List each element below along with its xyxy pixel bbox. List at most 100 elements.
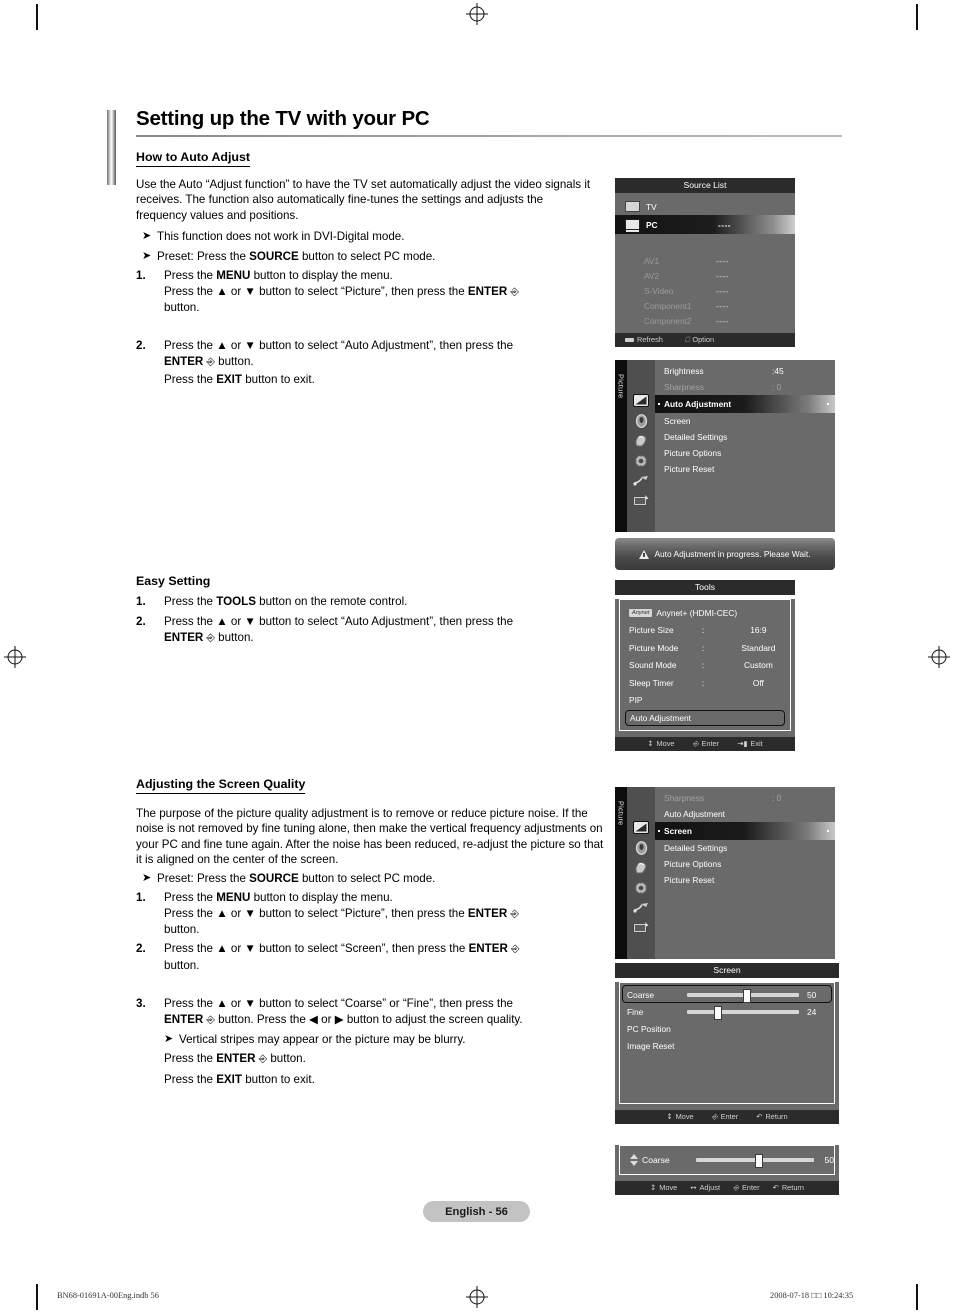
footer-option[interactable]: ⎕ Option xyxy=(685,333,714,347)
heading-easy-setting: Easy Setting xyxy=(136,574,211,588)
support-icon[interactable] xyxy=(633,494,649,507)
menu-row-detailed-settings[interactable]: Detailed Settings xyxy=(655,429,835,445)
menu-row-screen[interactable]: Screen xyxy=(655,413,835,429)
footer-return[interactable]: ↶ Return xyxy=(773,1181,804,1195)
source-row-pc[interactable]: PC ---- xyxy=(615,215,795,234)
tools-footer: ↕ Move ⎆ Enter ⇥▮ Exit xyxy=(615,737,795,751)
menu-row-picture-reset[interactable]: Picture Reset xyxy=(655,461,835,477)
picture-icon[interactable] xyxy=(633,394,649,407)
source-row-av2[interactable]: AV2 ---- xyxy=(615,268,795,283)
coarse-slider[interactable] xyxy=(687,988,799,1003)
sound-icon[interactable] xyxy=(633,840,649,855)
screen-row-image-reset[interactable]: Image Reset xyxy=(620,1037,834,1054)
menu-row-value: :45 xyxy=(772,366,784,376)
menu-row-auto-adjustment[interactable]: Auto Adjustment xyxy=(655,806,835,822)
source-row-s-video[interactable]: S-Video ---- xyxy=(615,283,795,298)
setup-icon[interactable] xyxy=(633,454,649,467)
network-icon[interactable] xyxy=(633,901,649,914)
footer-label: Return xyxy=(765,1112,788,1121)
tools-row-sound-mode[interactable]: Sound Mode : Custom xyxy=(620,657,790,675)
source-row-av1[interactable]: AV1 ---- xyxy=(615,253,795,268)
menu-row-auto-adjustment[interactable]: Auto Adjustment xyxy=(655,395,835,413)
source-list-title: Source List xyxy=(615,178,795,193)
red-button-icon xyxy=(625,338,634,342)
enter-icon: ⎆ xyxy=(733,1183,739,1192)
menu-row-picture-options[interactable]: Picture Options xyxy=(655,445,835,461)
enter-icon: ⎆ xyxy=(510,907,519,920)
screen-row-fine[interactable]: Fine 24 xyxy=(620,1003,834,1020)
bullet-text: This function does not work in DVI-Digit… xyxy=(157,230,405,243)
osd-source-list[interactable]: Source List TV PC ---- AV1 ---- AV2 ----… xyxy=(615,178,795,347)
setup-icon[interactable] xyxy=(633,881,649,894)
source-row-component1[interactable]: Component1 ---- xyxy=(615,298,795,313)
tools-row-picture-size[interactable]: Picture Size : 16:9 xyxy=(620,622,790,640)
menu-row-detailed-settings[interactable]: Detailed Settings xyxy=(655,840,835,856)
tools-row-auto-adjustment-selected[interactable]: Auto Adjustment xyxy=(625,710,785,726)
picture-icon[interactable] xyxy=(633,821,649,834)
osd-screen-panel[interactable]: Screen Coarse 50 Fine 24 PC Position Ima… xyxy=(615,963,839,1124)
coarse-bar-slider[interactable] xyxy=(695,1154,815,1168)
input-icon[interactable] xyxy=(633,861,649,874)
footer-enter[interactable]: ⎆ Enter xyxy=(712,1110,739,1124)
tools-row-sleep-timer[interactable]: Sleep Timer : Off xyxy=(620,674,790,692)
source-row-component2[interactable]: Component2 ---- xyxy=(615,313,795,328)
tools-row-picture-mode[interactable]: Picture Mode : Standard xyxy=(620,639,790,657)
fine-slider[interactable] xyxy=(687,1005,799,1020)
footer-return[interactable]: ↶ Return xyxy=(756,1110,787,1124)
osd-picture-menu-auto-adjustment[interactable]: Picture Brightness:45 Sharpness: 0 Aut… xyxy=(615,360,835,532)
coarse-slider-knob[interactable] xyxy=(743,988,751,1003)
menu-row-brightness[interactable]: Brightness :45 xyxy=(655,363,835,379)
menu-row-sharpness[interactable]: Sharpness : 0 xyxy=(655,790,835,806)
footer-adjust[interactable]: ↔ Adjust xyxy=(690,1181,720,1195)
sound-icon[interactable] xyxy=(633,413,649,428)
coarse-bar-knob[interactable] xyxy=(754,1154,763,1168)
screen-row-coarse[interactable]: Coarse 50 xyxy=(620,986,834,1003)
bullet-glyph: ➤ xyxy=(142,872,152,884)
step-text: Press the MENU button to display the men… xyxy=(164,269,519,315)
picture-menu-list: Brightness :45 Sharpness : 0 Auto Adjust… xyxy=(655,360,835,532)
support-icon[interactable] xyxy=(633,921,649,934)
source-value: ---- xyxy=(718,219,732,230)
network-icon[interactable] xyxy=(633,474,649,487)
footer-move[interactable]: ↕ Move xyxy=(650,1181,677,1195)
menu-row-label: Screen xyxy=(664,416,691,426)
picture-menu-list: Sharpness : 0 Auto Adjustment Screen Det… xyxy=(655,787,835,959)
osd-tools-panel[interactable]: Tools Anynet Anynet+ (HDMI-CEC) Picture … xyxy=(615,580,795,751)
tools-row-pip[interactable]: PIP xyxy=(620,692,790,710)
input-icon[interactable] xyxy=(633,434,649,447)
step-number: 3. xyxy=(136,997,146,1010)
blank-icon xyxy=(625,286,638,295)
tools-row-anynet[interactable]: Anynet Anynet+ (HDMI-CEC) xyxy=(620,604,790,622)
bullet-glyph: ➤ xyxy=(164,1033,174,1045)
footer-enter[interactable]: ⎆ Enter xyxy=(733,1181,760,1195)
tools-row-label: Auto Adjustment xyxy=(630,713,691,723)
fine-slider-knob[interactable] xyxy=(713,1005,722,1020)
warning-icon xyxy=(639,549,650,559)
coarse-value: 50 xyxy=(807,989,817,1000)
menu-row-picture-reset[interactable]: Picture Reset xyxy=(655,872,835,888)
footer-refresh[interactable]: Refresh xyxy=(625,333,663,347)
footer-move[interactable]: ↕ Move xyxy=(666,1110,693,1124)
registration-mark-top xyxy=(466,3,488,25)
tools-row-label: Picture Size xyxy=(629,625,674,636)
bullet-text: Preset: Press the SOURCE button to selec… xyxy=(157,250,436,263)
source-list-footer: Refresh ⎕ Option xyxy=(615,333,795,347)
source-row-tv[interactable]: TV xyxy=(615,199,795,214)
tv-icon xyxy=(625,201,640,212)
osd-coarse-adjust-bar[interactable]: Coarse 50 ↕ Move ↔ Adjust ⎆ Enter ↶ Retu… xyxy=(615,1141,839,1195)
screen-row-pc-position[interactable]: PC Position xyxy=(620,1020,834,1037)
osd-picture-menu-screen[interactable]: Picture Sharpness: 0 Auto Adjustment Sc… xyxy=(615,787,835,959)
auto-adjust-bullet-2: ➤ Preset: Press the SOURCE button to sel… xyxy=(142,249,582,264)
screen-quality-step-1: 1. Press the MENU button to display the … xyxy=(136,890,596,938)
source-list-body: TV PC ---- AV1 ---- AV2 ---- S-Video ---… xyxy=(615,193,795,333)
menu-row-screen[interactable]: Screen xyxy=(655,822,835,840)
menu-row-picture-options[interactable]: Picture Options xyxy=(655,856,835,872)
footer-move[interactable]: ↕ Move xyxy=(647,737,674,751)
step-number: 1. xyxy=(136,891,146,904)
tools-row-value: Custom xyxy=(743,660,773,671)
move-icon: ↕ xyxy=(666,1112,673,1121)
footer-exit[interactable]: ⇥▮ Exit xyxy=(737,737,763,751)
footer-enter[interactable]: ⎆ Enter xyxy=(693,737,720,751)
menu-row-sharpness[interactable]: Sharpness : 0 xyxy=(655,379,835,395)
footer-label: Adjust xyxy=(699,1183,721,1192)
